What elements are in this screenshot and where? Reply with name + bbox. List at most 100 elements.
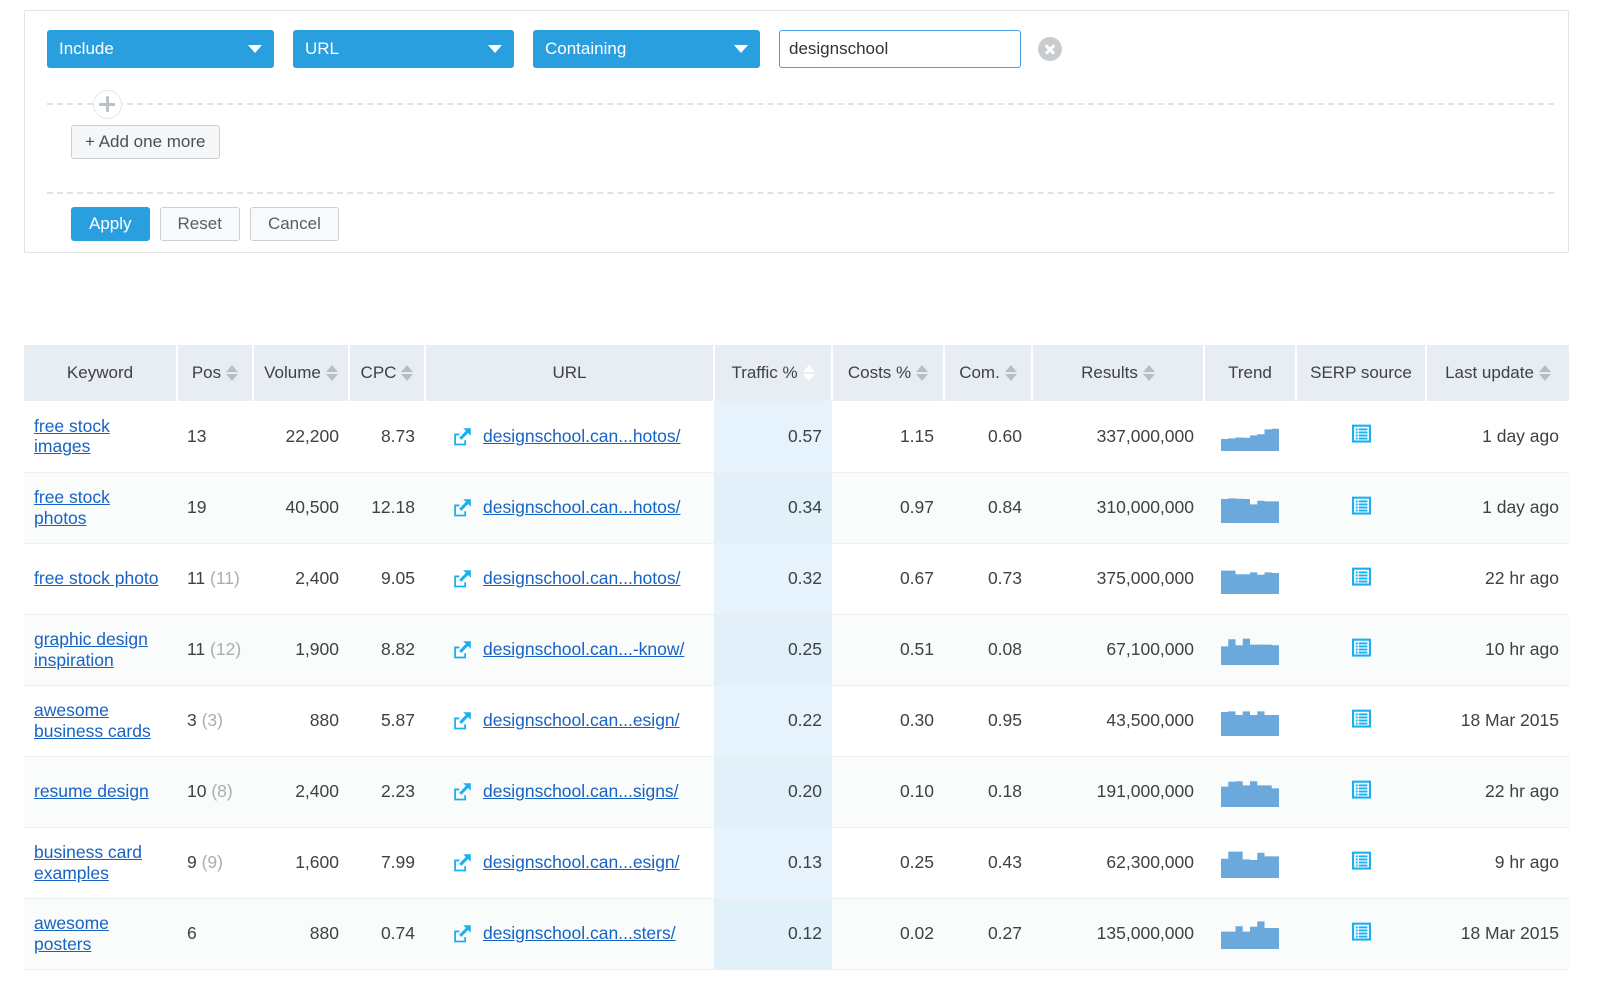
sort-arrows-icon[interactable] (1539, 365, 1551, 381)
serp-source-icon[interactable] (1352, 709, 1371, 728)
external-link-icon[interactable] (453, 924, 472, 943)
cell-url: designschool.can...hotos/ (425, 472, 714, 543)
column-header-costs[interactable]: Costs % (832, 345, 944, 401)
previous-position: (12) (210, 639, 241, 659)
column-header-results[interactable]: Results (1032, 345, 1204, 401)
keyword-link[interactable]: awesome business cards (34, 700, 151, 741)
cell-last-update: 18 Mar 2015 (1426, 898, 1569, 969)
cell-serp-source[interactable] (1296, 614, 1426, 685)
cell-keyword: resume design (24, 756, 177, 827)
plus-circle-icon[interactable] (93, 90, 122, 119)
cell-costs-percent: 0.10 (832, 756, 944, 827)
external-link-icon[interactable] (453, 782, 472, 801)
cell-traffic-percent: 0.12 (714, 898, 832, 969)
serp-source-icon[interactable] (1352, 424, 1371, 443)
external-link-icon[interactable] (453, 640, 472, 659)
cell-serp-source[interactable] (1296, 472, 1426, 543)
table-row[interactable]: free stock photos1940,50012.18designscho… (24, 472, 1569, 543)
table-header: Keyword Pos Volume CPC URL (24, 345, 1569, 401)
cell-costs-percent: 0.67 (832, 543, 944, 614)
filter-field-dropdown[interactable]: URL (293, 30, 514, 68)
external-link-icon[interactable] (453, 853, 472, 872)
cell-costs-percent: 0.02 (832, 898, 944, 969)
column-header-keyword[interactable]: Keyword (24, 345, 177, 401)
external-link-icon[interactable] (453, 498, 472, 517)
cell-volume: 40,500 (253, 472, 349, 543)
keyword-link[interactable]: business card examples (34, 842, 142, 883)
serp-source-icon[interactable] (1352, 851, 1371, 870)
keyword-link[interactable]: awesome posters (34, 913, 109, 954)
cell-serp-source[interactable] (1296, 898, 1426, 969)
url-link[interactable]: designschool.can...hotos/ (483, 426, 681, 447)
filter-condition-dropdown[interactable]: Containing (533, 30, 760, 68)
column-header-cpc[interactable]: CPC (349, 345, 425, 401)
cell-serp-source[interactable] (1296, 756, 1426, 827)
url-link[interactable]: designschool.can...hotos/ (483, 568, 681, 589)
url-link[interactable]: designschool.can...esign/ (483, 710, 680, 731)
keyword-link[interactable]: free stock images (34, 416, 110, 457)
cell-position: 6 (177, 898, 253, 969)
sort-arrows-icon[interactable] (226, 365, 238, 381)
column-header-pos[interactable]: Pos (177, 345, 253, 401)
table-row[interactable]: awesome business cards3 (3)8805.87design… (24, 685, 1569, 756)
external-link-icon[interactable] (453, 569, 472, 588)
column-header-com[interactable]: Com. (944, 345, 1032, 401)
external-link-icon[interactable] (453, 427, 472, 446)
serp-source-icon[interactable] (1352, 496, 1371, 515)
table-row[interactable]: free stock images1322,2008.73designschoo… (24, 401, 1569, 472)
cell-keyword: free stock photo (24, 543, 177, 614)
table-row[interactable]: awesome posters68800.74designschool.can.… (24, 898, 1569, 969)
keyword-link[interactable]: free stock photo (34, 568, 159, 588)
cell-competition: 0.43 (944, 827, 1032, 898)
sort-arrows-icon[interactable] (1005, 365, 1017, 381)
reset-button[interactable]: Reset (160, 207, 240, 241)
column-header-trend[interactable]: Trend (1204, 345, 1296, 401)
sort-arrows-icon[interactable] (401, 365, 413, 381)
column-header-traffic[interactable]: Traffic % (714, 345, 832, 401)
cell-traffic-percent: 0.13 (714, 827, 832, 898)
table-row[interactable]: free stock photo11 (11)2,4009.05designsc… (24, 543, 1569, 614)
column-header-volume[interactable]: Volume (253, 345, 349, 401)
serp-source-icon[interactable] (1352, 780, 1371, 799)
column-header-url[interactable]: URL (425, 345, 714, 401)
external-link-icon[interactable] (453, 711, 472, 730)
trend-sparkline (1221, 706, 1279, 736)
cell-serp-source[interactable] (1296, 685, 1426, 756)
url-link[interactable]: designschool.can...esign/ (483, 852, 680, 873)
apply-button[interactable]: Apply (71, 207, 150, 241)
sort-arrows-icon[interactable] (803, 365, 815, 381)
table-row[interactable]: business card examples9 (9)1,6007.99desi… (24, 827, 1569, 898)
cell-serp-source[interactable] (1296, 827, 1426, 898)
cell-serp-source[interactable] (1296, 543, 1426, 614)
cancel-button[interactable]: Cancel (250, 207, 339, 241)
url-link[interactable]: designschool.can...signs/ (483, 781, 679, 802)
url-link[interactable]: designschool.can...sters/ (483, 923, 676, 944)
cell-costs-percent: 0.97 (832, 472, 944, 543)
keyword-link[interactable]: free stock photos (34, 487, 110, 528)
serp-source-icon[interactable] (1352, 638, 1371, 657)
keyword-link[interactable]: graphic design inspiration (34, 629, 148, 670)
column-header-serp-source[interactable]: SERP source (1296, 345, 1426, 401)
table-row[interactable]: resume design10 (8)2,4002.23designschool… (24, 756, 1569, 827)
cell-results: 191,000,000 (1032, 756, 1204, 827)
keyword-link[interactable]: resume design (34, 781, 149, 801)
sort-arrows-icon[interactable] (916, 365, 928, 381)
sort-arrows-icon[interactable] (326, 365, 338, 381)
previous-position: (11) (210, 568, 240, 588)
clear-icon[interactable] (1038, 37, 1062, 61)
filter-include-dropdown[interactable]: Include (47, 30, 274, 68)
filter-value-input[interactable] (779, 30, 1021, 68)
column-header-last-update[interactable]: Last update (1426, 345, 1569, 401)
cell-results: 67,100,000 (1032, 614, 1204, 685)
cell-url: designschool.can...hotos/ (425, 543, 714, 614)
sort-arrows-icon[interactable] (1143, 365, 1155, 381)
add-one-more-button[interactable]: + Add one more (71, 125, 220, 159)
cell-serp-source[interactable] (1296, 401, 1426, 472)
serp-source-icon[interactable] (1352, 567, 1371, 586)
serp-source-icon[interactable] (1352, 922, 1371, 941)
cell-traffic-percent: 0.32 (714, 543, 832, 614)
table-row[interactable]: graphic design inspiration11 (12)1,9008.… (24, 614, 1569, 685)
url-link[interactable]: designschool.can...hotos/ (483, 497, 681, 518)
url-link[interactable]: designschool.can...-know/ (483, 639, 684, 660)
filter-divider-top (47, 103, 1554, 105)
